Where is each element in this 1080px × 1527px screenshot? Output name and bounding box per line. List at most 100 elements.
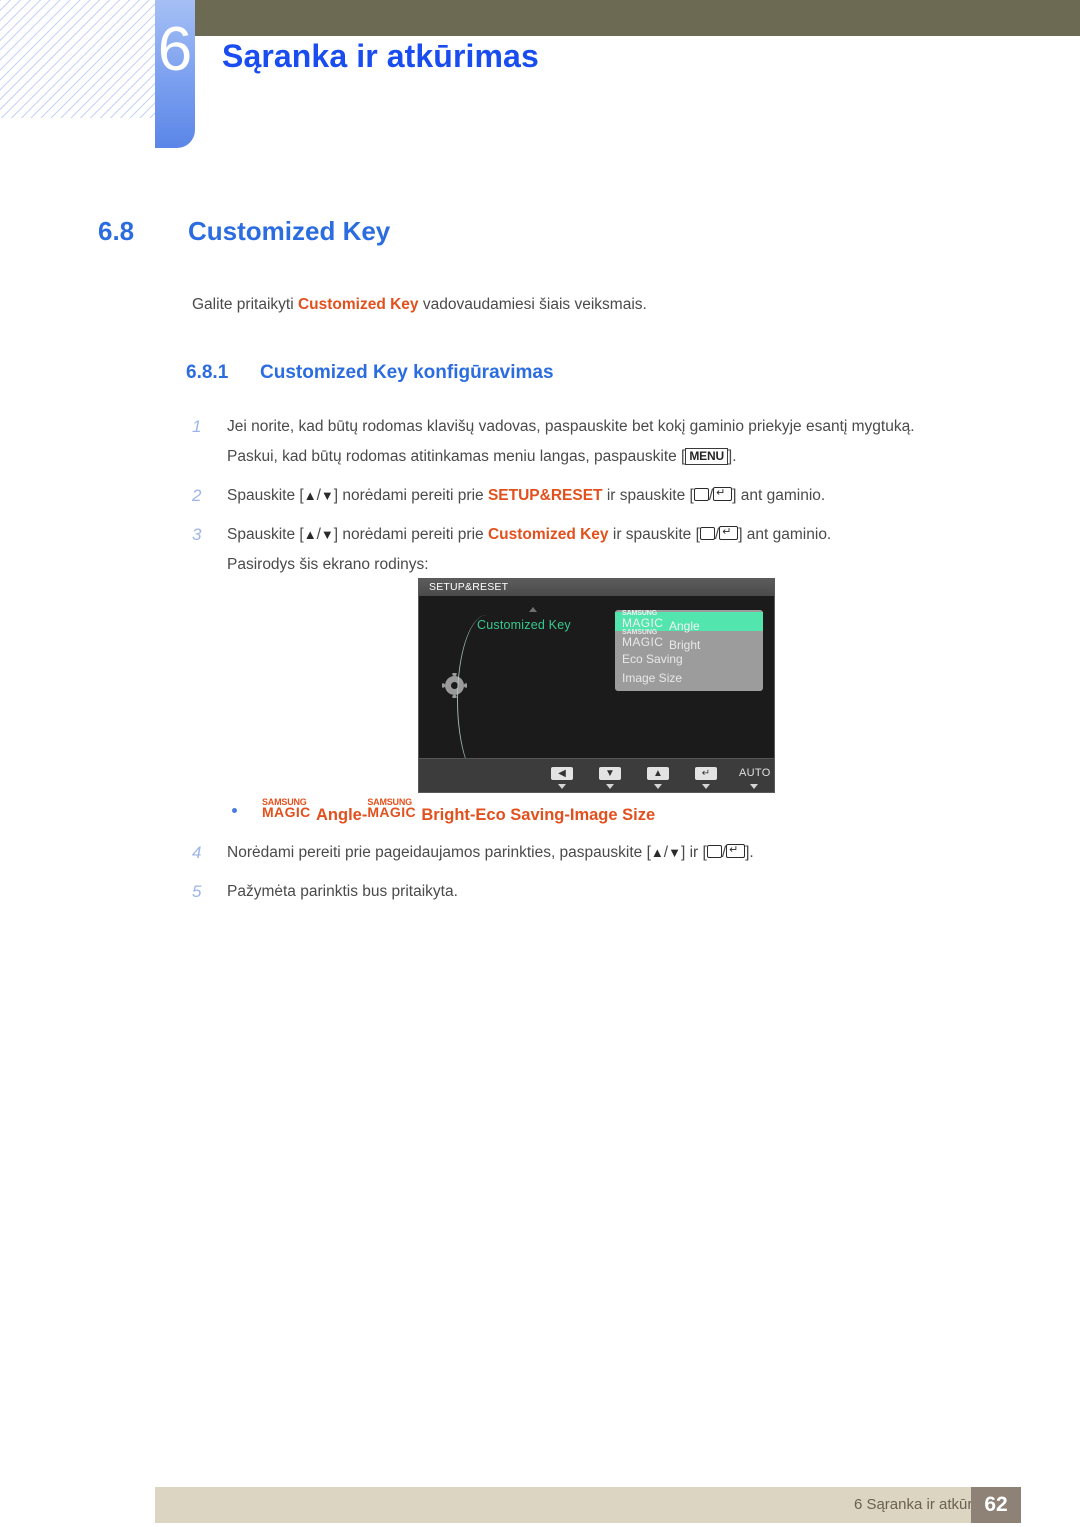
step1-line2-after: ]. [727, 448, 737, 465]
caret-down-icon [654, 784, 662, 789]
menu-key-icon: MENU [685, 448, 728, 465]
samsung-magic-logo: SAMSUNG MAGIC [367, 797, 421, 820]
osd-screenshot: SETUP&RESET Customized Key : SAMSUNG MAG… [418, 578, 775, 793]
osd-button-group: ◀ ▼ ▲ ↵ AUTO ⏻ [547, 763, 774, 789]
step-text: Jei norite, kad būtų rodomas klavišų vad… [227, 412, 1020, 472]
up-arrow-icon: ▲ [303, 488, 317, 503]
step3-highlight: Customized Key [487, 526, 609, 543]
enter-icon: ↵ [695, 767, 717, 780]
step3-line2: Pasirodys šis ekrano rodinys: [227, 556, 429, 573]
step1-line2-before: Paskui, kad būtų rodomas atitinkamas men… [227, 448, 686, 465]
caret-down-icon [606, 784, 614, 789]
osd-button-down-arrow[interactable]: ▼ [595, 763, 625, 789]
caret-down-icon [750, 784, 758, 789]
osd-button-bar: ◀ ▼ ▲ ↵ AUTO ⏻ [419, 758, 774, 792]
numbered-step-list-continued: 4 Norėdami pereiti prie pageidaujamos pa… [190, 838, 1020, 916]
intro-highlight: Customized Key [297, 296, 419, 313]
step4-t1: Norėdami pereiti prie pageidaujamos pari… [227, 844, 651, 861]
page-number: 62 [971, 1487, 1021, 1523]
section-heading: 6.8 Customized Key [98, 216, 390, 247]
step-number: 1 [192, 417, 202, 436]
step2-t3: ir spauskite [ [602, 487, 694, 504]
step2-t1: Spauskite [ [227, 487, 304, 504]
list-item: 5 Pažymėta parinktis bus pritaikyta. [190, 877, 1020, 907]
bullet-item-3: Eco Saving [475, 806, 565, 824]
step3-t3: ir spauskite [ [608, 526, 700, 543]
section-title: Customized Key [188, 216, 391, 246]
bullet-item-2: Bright [421, 806, 470, 824]
magic-logo-bottom: MAGIC [367, 804, 417, 820]
chapter-number: 6 [157, 15, 193, 84]
section-intro: Galite pritaikyti Customized Key vadovau… [192, 296, 647, 314]
list-item: 2 Spauskite [▲/▼] norėdami pereiti prie … [190, 481, 1020, 511]
osd-title: SETUP&RESET [419, 579, 774, 596]
box-key-icon [699, 527, 715, 540]
osd-button-enter[interactable]: ↵ [691, 763, 721, 789]
list-item: 3 Spauskite [▲/▼] norėdami pereiti prie … [190, 520, 1020, 580]
down-arrow-icon: ▼ [668, 845, 681, 860]
step4-t2: ] ir [ [680, 844, 707, 861]
bullet-item-4: Image Size [569, 806, 656, 824]
step3-t4: ] ant gaminio. [738, 526, 832, 543]
osd-scroll-up-caret-icon [529, 607, 537, 612]
step2-t2: ] norėdami pereiti prie [333, 487, 488, 504]
step-text: Spauskite [▲/▼] norėdami pereiti prie Cu… [227, 520, 1020, 580]
header-brown-bar [195, 0, 1080, 36]
osd-list-item-image-size[interactable]: Image Size [615, 669, 763, 688]
numbered-step-list: 1 Jei norite, kad būtų rodomas klavišų v… [190, 412, 1020, 589]
decorative-hatch-pattern [0, 0, 160, 118]
caret-down-icon [558, 784, 566, 789]
magic-logo-bottom: MAGIC [622, 635, 664, 649]
magic-logo-bottom: MAGIC [262, 804, 311, 820]
step4-t3: ]. [745, 844, 754, 861]
box-key-icon [706, 845, 722, 858]
samsung-magic-logo: SAMSUNG MAGIC [622, 629, 669, 650]
enter-key-icon [719, 526, 739, 540]
osd-menu-label: Customized Key [477, 618, 571, 632]
step1-line1: Jei norite, kad būtų rodomas klavišų vad… [227, 418, 915, 435]
step-text: Spauskite [▲/▼] norėdami pereiti prie SE… [227, 481, 1020, 511]
subsection-number: 6.8.1 [186, 362, 229, 383]
down-arrow-icon: ▼ [599, 767, 621, 780]
bullet-content: SAMSUNG MAGIC Angle - SAMSUNG MAGIC Brig… [262, 797, 656, 825]
up-arrow-icon: ▲ [647, 767, 669, 780]
caret-down-icon [702, 784, 710, 789]
list-item: 4 Norėdami pereiti prie pageidaujamos pa… [190, 838, 1020, 868]
list-item: 1 Jei norite, kad būtų rodomas klavišų v… [190, 412, 1020, 472]
step2-highlight: SETUP&RESET [487, 487, 603, 504]
bullet-item-1: Angle [316, 806, 362, 824]
up-arrow-icon: ▲ [303, 527, 317, 542]
osd-item-label: Eco Saving [622, 652, 683, 666]
osd-list-item-magic-bright[interactable]: SAMSUNG MAGIC Bright [615, 629, 763, 652]
down-arrow-icon: ▼ [320, 488, 334, 503]
up-arrow-icon: ▲ [650, 845, 664, 860]
intro-text-after: vadovaudamiesi šiais veiksmais. [418, 296, 647, 313]
samsung-magic-logo: SAMSUNG MAGIC [262, 797, 316, 820]
osd-button-auto[interactable]: AUTO [739, 763, 771, 789]
osd-list-item-eco-saving[interactable]: Eco Saving [615, 650, 763, 669]
down-arrow-icon: ▼ [320, 527, 334, 542]
intro-text-before: Galite pritaikyti [192, 296, 298, 313]
step-text: Pažymėta parinktis bus pritaikyta. [227, 883, 458, 900]
step-number: 3 [192, 525, 202, 544]
auto-label: AUTO [739, 767, 771, 779]
chapter-title: Sąranka ir atkūrimas [222, 38, 539, 74]
bullet-options-line: SAMSUNG MAGIC Angle - SAMSUNG MAGIC Brig… [232, 797, 656, 825]
osd-button-left-arrow[interactable]: ◀ [547, 763, 577, 789]
step-number: 4 [192, 843, 202, 862]
osd-button-up-arrow[interactable]: ▲ [643, 763, 673, 789]
step-text: Norėdami pereiti prie pageidaujamos pari… [227, 838, 1020, 868]
box-key-icon [693, 488, 709, 501]
subsection-title: Customized Key konfigūravimas [260, 362, 554, 383]
left-arrow-icon: ◀ [551, 767, 573, 780]
step-number: 2 [192, 486, 202, 505]
osd-item-label: Image Size [622, 671, 683, 685]
step3-t1: Spauskite [ [227, 526, 304, 543]
subsection-heading: 6.8.1 Customized Key konfigūravimas [186, 362, 554, 384]
osd-dropdown-list[interactable]: SAMSUNG MAGIC Angle SAMSUNG MAGIC Bright… [615, 610, 763, 691]
section-number: 6.8 [98, 216, 135, 246]
enter-key-icon [713, 487, 733, 501]
enter-key-icon [726, 844, 746, 858]
step-number: 5 [192, 882, 202, 901]
step2-t4: ] ant gaminio. [732, 487, 826, 504]
